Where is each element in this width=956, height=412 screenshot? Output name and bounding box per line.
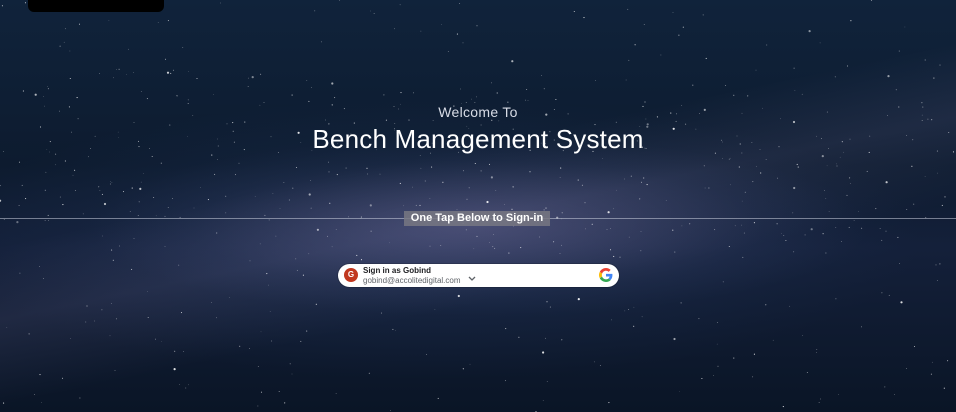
avatar: G (344, 268, 358, 282)
signin-hint: One Tap Below to Sign-in (404, 211, 550, 226)
stars-layer (0, 0, 955, 412)
google-icon (599, 268, 613, 282)
signin-email: gobind@accolitedigital.com (363, 276, 461, 285)
chevron-down-icon[interactable] (468, 276, 476, 284)
signin-name: Sign in as Gobind (363, 266, 431, 275)
page-title: Bench Management System (312, 124, 644, 154)
top-logo (28, 0, 164, 12)
google-one-tap-button[interactable]: G Sign in as Gobind gobind@accolitedigit… (338, 264, 619, 287)
welcome-text: Welcome To (438, 104, 518, 120)
